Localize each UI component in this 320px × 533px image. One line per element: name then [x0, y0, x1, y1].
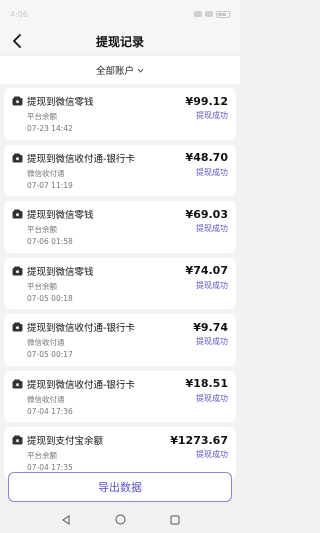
record-time: 07-04 17:35 [27, 463, 73, 472]
record-title: 提现到微信收付通-银行卡 [27, 153, 135, 165]
record-time: 07-06 01:58 [27, 237, 73, 246]
record-time: 07-07 11:19 [27, 180, 73, 190]
wallet-icon [12, 96, 23, 106]
signal-icon [194, 11, 202, 17]
record-card[interactable]: 提现到微信收付通-银行卡 ¥18.51 微信收付通 07-04 17:36 提现… [4, 370, 236, 422]
record-status: 提现成功 [196, 393, 228, 403]
wallet-icon [12, 435, 23, 445]
record-status: 提现成功 [196, 224, 228, 233]
record-status: 提现成功 [196, 111, 228, 120]
wallet-icon [12, 153, 23, 163]
record-amount: ¥99.12 [185, 94, 228, 108]
chevron-down-icon [137, 68, 144, 73]
record-time: 07-05 00:18 [27, 293, 73, 303]
record-amount: ¥9.74 [193, 320, 228, 334]
record-title: 提现到微信零钱 [27, 210, 94, 221]
record-title: 提现到微信零钱 [27, 97, 94, 108]
record-title: 提现到微信收付通-银行卡 [27, 323, 135, 334]
page-title: 提现记录 [95, 34, 144, 49]
back-arrow-icon[interactable] [8, 32, 26, 50]
wallet-icon [12, 379, 23, 389]
wallet-icon [12, 266, 23, 276]
records-list: 提现到微信零钱 ¥99.12 平台余额 07-23 14:42 提现成功 提现到… [0, 84, 240, 479]
nav-home-icon[interactable] [115, 510, 126, 529]
record-card[interactable]: 提现到微信零钱 ¥99.12 平台余额 07-23 14:42 提现成功 [4, 88, 236, 140]
record-card[interactable]: 提现到微信收付通-银行卡 ¥48.70 微信收付通 07-07 11:19 提现… [4, 144, 236, 196]
record-card[interactable]: 提现到支付宝余额 ¥1273.67 平台余额 07-04 17:35 提现成功 [4, 427, 236, 479]
record-status: 提现成功 [196, 167, 228, 177]
nav-back-icon[interactable] [61, 510, 71, 529]
record-amount: ¥18.51 [185, 377, 228, 390]
record-title: 提现到微信收付通-银行卡 [27, 379, 135, 391]
account-filter-label: 全部账户 [95, 66, 134, 77]
nav-recents-icon[interactable] [170, 510, 180, 529]
record-status: 提现成功 [196, 337, 228, 346]
nav-bar: 提现记录 [0, 28, 240, 54]
record-card[interactable]: 提现到微信零钱 ¥69.03 平台余额 07-06 01:58 提现成功 [4, 201, 236, 253]
record-amount: ¥69.03 [185, 207, 228, 221]
record-amount: ¥74.07 [185, 264, 228, 277]
record-time: 07-04 17:36 [27, 406, 73, 416]
record-amount: ¥48.70 [185, 151, 228, 164]
status-bar: 4:06 [0, 0, 240, 28]
record-card[interactable]: 提现到微信零钱 ¥74.07 平台余额 07-05 00:18 提现成功 [4, 257, 236, 309]
record-time: 07-05 00:17 [27, 350, 73, 359]
battery-icon [216, 10, 230, 18]
record-title: 提现到微信零钱 [27, 266, 94, 278]
record-status: 提现成功 [196, 450, 228, 459]
record-time: 07-23 14:42 [27, 124, 73, 133]
record-status: 提现成功 [196, 280, 228, 290]
export-bar: 导出数据 [0, 472, 240, 502]
record-title: 提现到支付宝余额 [27, 436, 104, 447]
status-time: 4:06 [10, 9, 28, 19]
system-nav-bar [0, 505, 240, 533]
record-card[interactable]: 提现到微信收付通-银行卡 ¥9.74 微信收付通 07-05 00:17 提现成… [4, 314, 236, 366]
account-filter[interactable]: 全部账户 [0, 56, 240, 84]
export-data-button[interactable]: 导出数据 [8, 472, 232, 502]
record-amount: ¥1273.67 [170, 433, 228, 447]
wifi-icon [205, 11, 213, 17]
wallet-icon [12, 322, 23, 332]
status-icons [194, 10, 230, 18]
wallet-icon [12, 209, 23, 219]
